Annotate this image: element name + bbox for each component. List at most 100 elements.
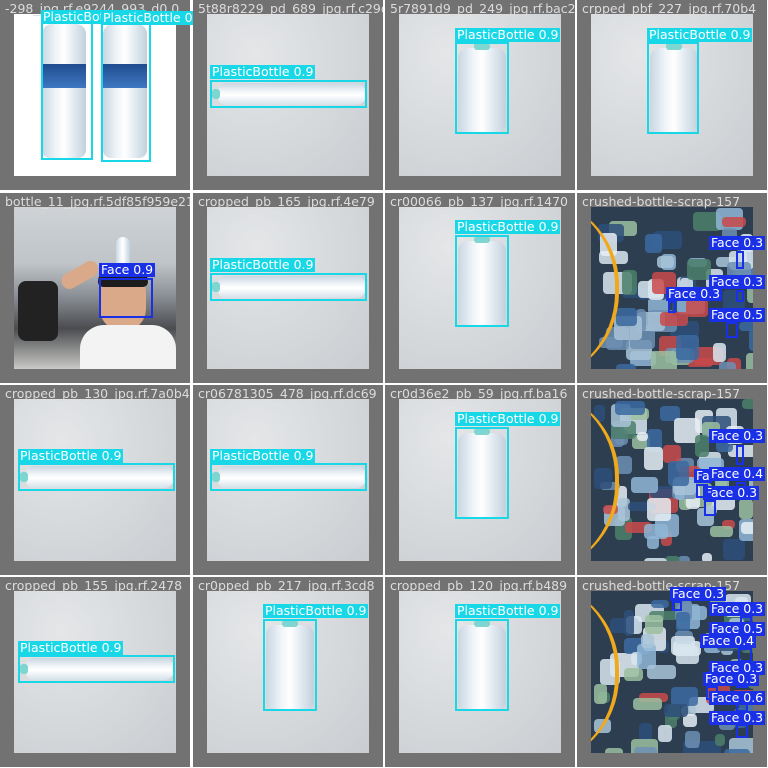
bottle-bounding-box: [455, 235, 509, 327]
heap-bottle: [634, 746, 657, 753]
heap-bottle: [616, 307, 638, 327]
heap-bottle: [709, 526, 733, 537]
heap-bottle: [721, 217, 746, 228]
heap-bottle: [604, 747, 623, 753]
face-bounding-box: [736, 251, 744, 269]
face-detection-label: Fa: [694, 468, 712, 483]
person-shirt: [80, 325, 176, 369]
bottle-detection-label: PlasticBottle 0.9: [210, 448, 316, 463]
bottle-bounding-box: [18, 463, 175, 491]
heap-bottle: [676, 335, 700, 361]
tile-filename: cr00066_pb_137_jpg.rf.1470: [390, 194, 568, 209]
tile-filename: bottle_11_jpg.rf.5df85f959e21: [5, 194, 190, 209]
face-bounding-box: [704, 500, 716, 516]
image-tile[interactable]: -298_jpg.rf.e9244_993_d0.0: [0, 0, 190, 190]
heap-bottle: [645, 233, 662, 253]
bottle-detection-label: PlasticBottle 0.9: [455, 603, 561, 618]
heap-bottle: [701, 552, 712, 561]
heap-bottle: [633, 698, 663, 710]
heap-bottle: [616, 364, 636, 369]
bottle-bounding-box: [263, 619, 317, 711]
office-chair: [18, 281, 58, 341]
heap-bottle: [640, 633, 655, 649]
heap-bottle: [624, 610, 635, 636]
heap-bottle: [636, 432, 649, 442]
heap-bottle: [740, 522, 753, 534]
heap-bottle: [712, 342, 726, 362]
heap-bottle: [631, 476, 658, 494]
bottle-detection-label: PlasticBottle 0.4: [101, 10, 207, 25]
image-tile[interactable]: bottle_11_jpg.rf.5df85f959e21: [0, 193, 190, 383]
heap-bottle: [644, 446, 663, 471]
tile-filename: crpped_pbf_227_jpg.rf.70b4: [582, 1, 757, 16]
face-detection-label: Face 0.3: [670, 586, 727, 601]
heap-bottle: [660, 312, 689, 327]
heap-bottle: [746, 353, 753, 369]
face-bounding-box: [726, 322, 738, 338]
bottle-bounding-box: [210, 273, 367, 301]
heap-bottle: [651, 599, 669, 609]
tile-filename: cropped_pb_155_jpg.rf.2478: [5, 578, 183, 593]
bottle-bounding-box: [647, 42, 699, 134]
tile-filename: cropped_pb_120_jpg.rf.b489: [390, 578, 568, 593]
bottle-detection-label: PlasticBottle 0.9: [18, 640, 124, 655]
heap-bottle: [663, 703, 688, 717]
heap-bottle: [667, 460, 690, 487]
bottle-detection-label: PlasticBottle 0.9: [263, 603, 369, 618]
heap-bottle: [621, 269, 637, 296]
face-detection-label: Face 0.3: [703, 671, 760, 686]
tile-filename: crushed-bottle-scrap-157: [582, 386, 741, 401]
heap-bottle: [624, 667, 644, 681]
face-bounding-box: [99, 278, 153, 318]
tile-filename: cr06781305_478_jpg.rf.dc69: [198, 386, 377, 401]
heap-bottle: [719, 362, 736, 369]
heap-bottle: [686, 259, 711, 281]
heap-bottle: [748, 329, 753, 351]
heap-bottle: [676, 646, 699, 664]
heap-bottle: [738, 499, 753, 519]
detection-grid: -298_jpg.rf.e9244_993_d0.0 PlasticBottle …: [0, 0, 768, 768]
heap-bottle: [684, 731, 701, 749]
bottle-bounding-box: [455, 619, 509, 711]
tile-photo: [14, 14, 176, 176]
heap-bottle: [647, 497, 671, 521]
face-detection-label: Face 0.4: [700, 633, 757, 648]
face-detection-label: Face 0.3: [709, 710, 766, 725]
bottle-detection-label: PlasticBottle 0.9: [455, 219, 561, 234]
bottle-bounding-box: [455, 42, 509, 134]
heap-bottle: [644, 523, 668, 540]
heap-bottle: [724, 749, 750, 753]
face-bounding-box: [672, 601, 682, 611]
heap-bottle: [644, 614, 663, 635]
bottle-bounding-box: [101, 22, 151, 162]
face-bounding-box: [736, 724, 748, 738]
person-arm: [58, 258, 102, 292]
face-bounding-box: [696, 484, 708, 498]
bottle-bounding-box: [210, 80, 367, 108]
heap-bottle: [658, 725, 673, 742]
face-bounding-box: [736, 290, 744, 302]
face-detection-label: Face 0.3: [709, 428, 766, 443]
tile-filename: cropped_pb_165_jpg.rf.4e79: [198, 194, 375, 209]
face-detection-label: Face 0.6: [709, 690, 766, 705]
tile-filename: crushed-bottle-scrap-157: [582, 194, 741, 209]
face-detection-label: Face 0.5: [709, 307, 766, 322]
bottle-bounding-box: [210, 463, 367, 491]
tile-filename: 5r7891d9_pd_249_jpg.rf.bac2d: [390, 1, 575, 16]
bottle-bounding-box: [41, 22, 93, 160]
bottle-detection-label: PlasticBottle 0.9: [455, 411, 561, 426]
heap-bottle: [676, 611, 691, 633]
face-detection-label: Face 0.3: [666, 286, 723, 301]
face-detection-label: Face 0.3: [703, 485, 760, 500]
heap-bottle: [686, 298, 709, 317]
heap-bottle: [656, 255, 675, 268]
tile-filename: 5t88r8229_pd_689_jpg.rf.c29d: [198, 1, 383, 16]
bottle-detection-label: PlasticBottle 0.9: [455, 27, 561, 42]
tile-filename: cr0d36e2_pb_59_jpg.rf.ba16: [390, 386, 568, 401]
face-bounding-box: [736, 445, 744, 465]
face-detection-label: Face 0.3: [709, 601, 766, 616]
face-detection-label: Face 0.3: [709, 235, 766, 250]
heap-bottle: [722, 538, 746, 560]
bottle-detection-label: PlasticBottle 0.9: [210, 257, 316, 272]
bottle-detection-label: PlasticBottle 0.9: [18, 448, 124, 463]
